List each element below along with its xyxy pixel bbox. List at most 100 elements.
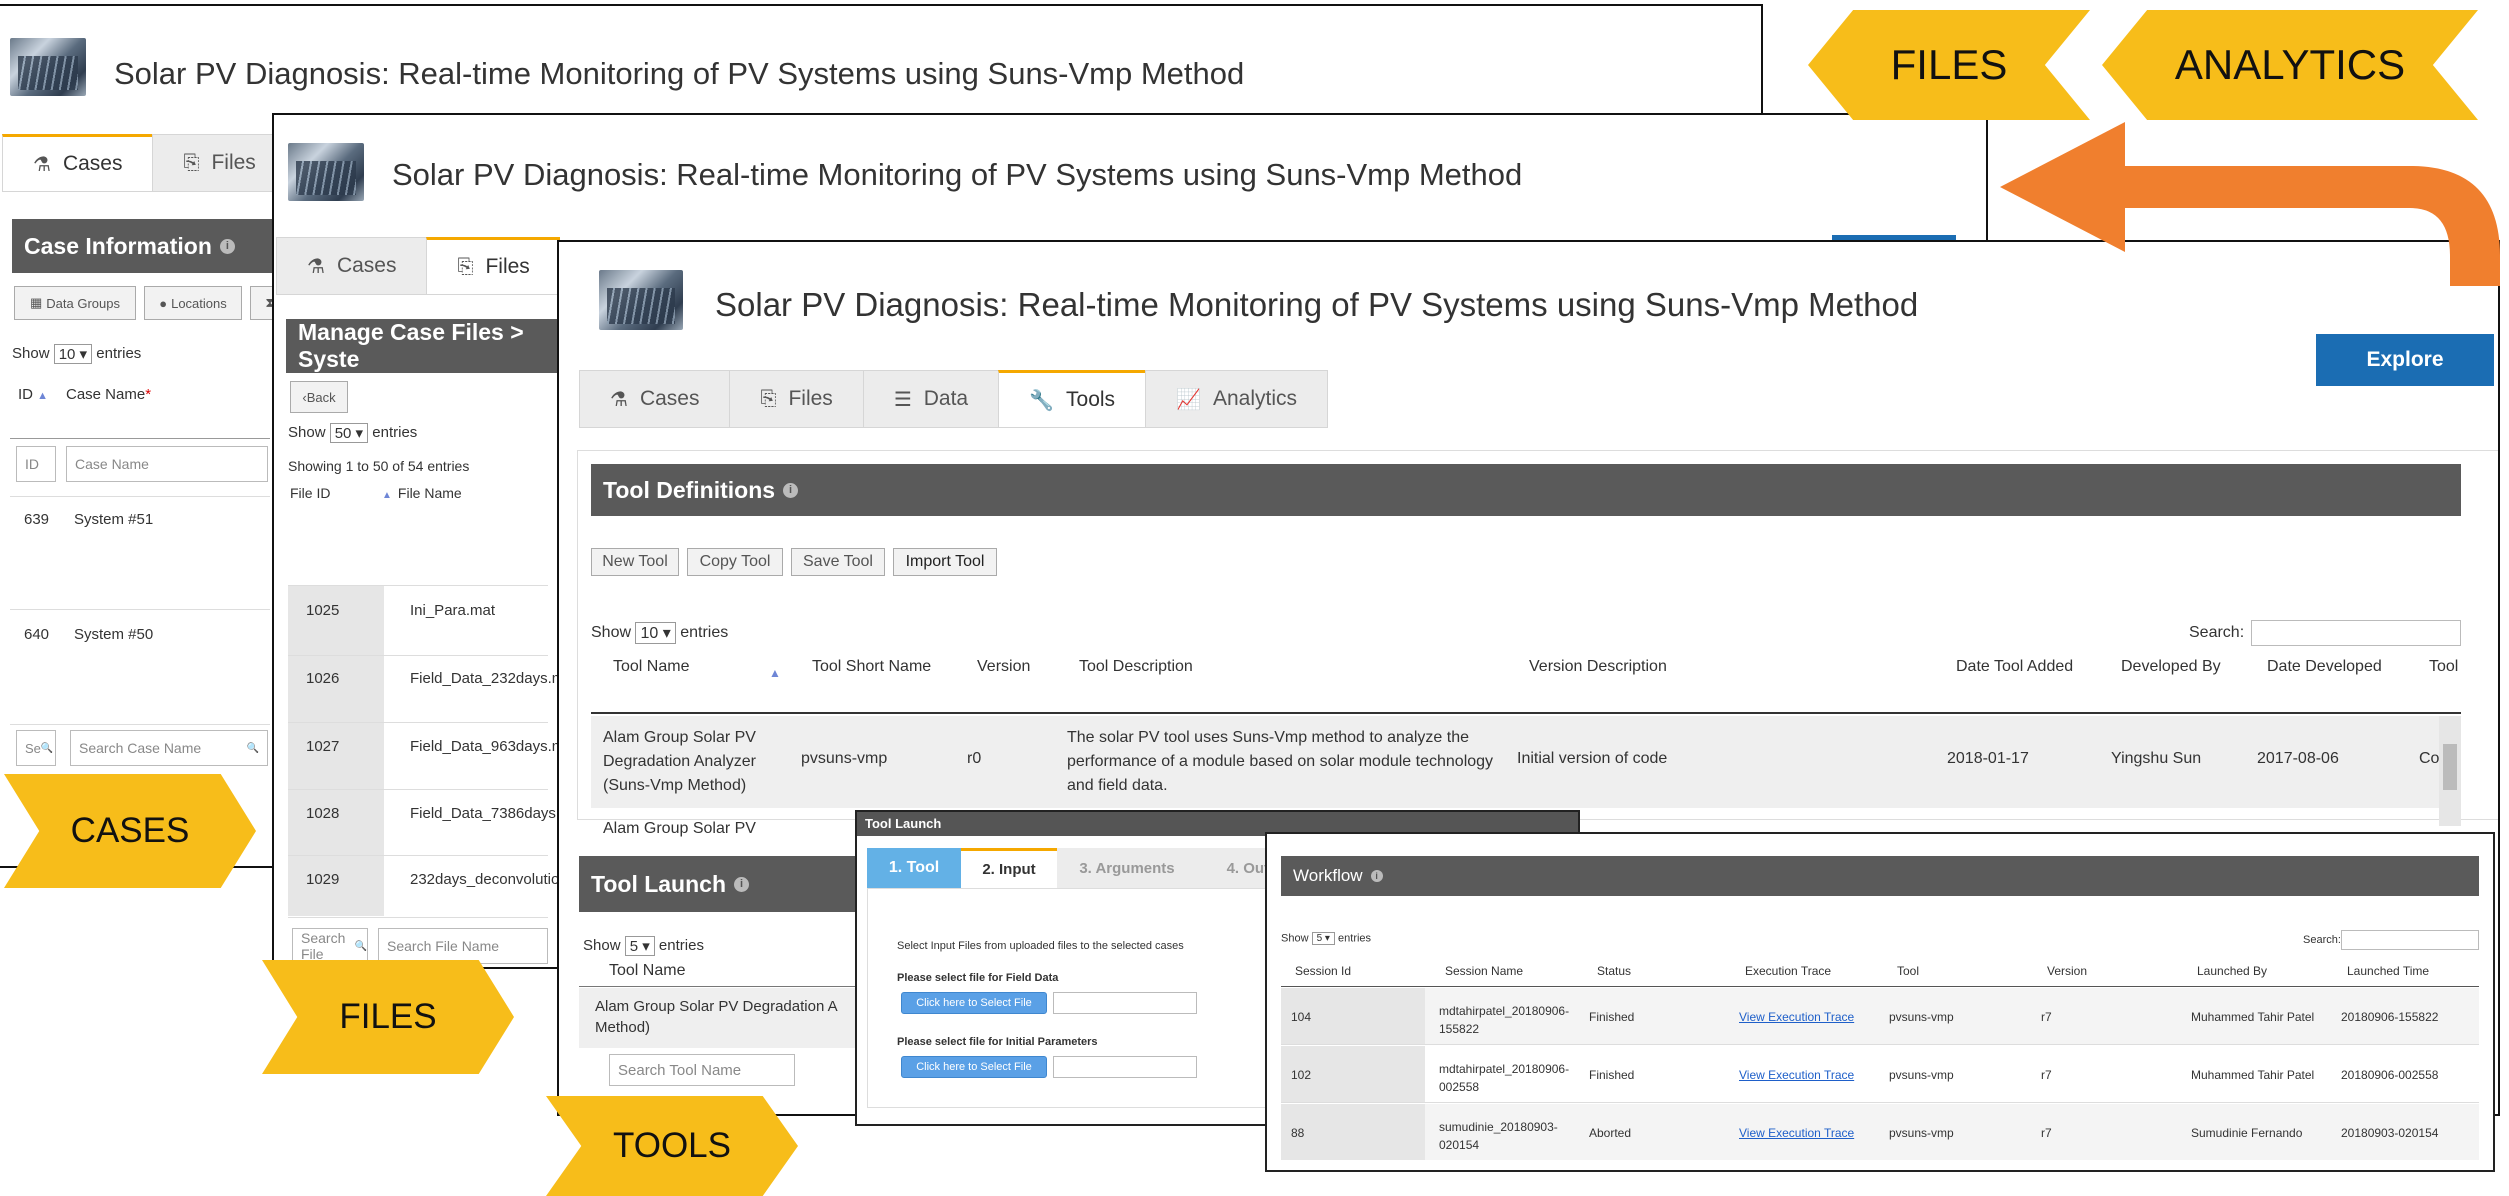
col-date-developed[interactable]: Date Developed bbox=[2267, 658, 2382, 676]
wrench-icon: 🔧 bbox=[1029, 389, 1055, 412]
col-execution-trace[interactable]: Execution Trace bbox=[1745, 964, 1831, 978]
tab-files[interactable]: ⎘ Files bbox=[152, 134, 286, 192]
save-tool-button[interactable]: Save Tool bbox=[791, 548, 885, 576]
tool: pvsuns-vmp bbox=[1889, 1068, 1954, 1082]
sort-asc-icon: ▲ bbox=[37, 390, 49, 402]
col-tool[interactable]: Tool bbox=[2429, 658, 2458, 676]
divider bbox=[10, 496, 270, 497]
file-name[interactable]: Field_Data_963days.ma bbox=[410, 738, 573, 755]
col-launched-time[interactable]: Launched Time bbox=[2347, 964, 2429, 978]
search-file-input[interactable]: Search File 🔍 bbox=[292, 928, 368, 964]
col-file-name[interactable]: ▲ File Name bbox=[382, 485, 462, 501]
tab-tools[interactable]: 🔧 Tools bbox=[998, 370, 1146, 428]
search-file-name-input[interactable]: Search File Name bbox=[378, 928, 548, 964]
file-id: 1028 bbox=[306, 805, 340, 822]
col-file-id[interactable]: File ID bbox=[290, 485, 330, 501]
entries-select[interactable]: 5 ▾ bbox=[1311, 932, 1335, 945]
status: Aborted bbox=[1589, 1126, 1632, 1140]
tool-short-name: pvsuns-vmp bbox=[801, 750, 888, 767]
copy-tool-button[interactable]: Copy Tool bbox=[687, 548, 783, 576]
session-id: 104 bbox=[1291, 1010, 1312, 1024]
search-tool-name-input[interactable]: Search Tool Name bbox=[609, 1054, 795, 1086]
init-params-label: Please select file for Initial Parameter… bbox=[897, 1036, 1098, 1048]
col-version-description[interactable]: Version Description bbox=[1529, 658, 1667, 676]
case-name[interactable]: System #50 bbox=[74, 626, 153, 643]
file-name[interactable]: 232days_deconvolutio bbox=[410, 871, 559, 888]
case-name-filter[interactable]: Case Name bbox=[66, 446, 268, 482]
tab-data[interactable]: ☰ Data bbox=[862, 370, 999, 428]
show-entries: Show 10 ▾ entries bbox=[12, 344, 142, 364]
col-session-name[interactable]: Session Name bbox=[1445, 964, 1523, 978]
version: r7 bbox=[2041, 1126, 2052, 1140]
flask-icon: ⚗ bbox=[33, 153, 51, 176]
tab-cases[interactable]: ⚗ Cases bbox=[579, 370, 730, 428]
step-arguments[interactable]: 3. Arguments bbox=[1057, 848, 1197, 888]
col-id[interactable]: ID ▲ bbox=[18, 386, 48, 403]
search-input[interactable] bbox=[2251, 620, 2461, 646]
flask-icon: ⚗ bbox=[307, 255, 325, 278]
view-execution-trace-link[interactable]: View Execution Trace bbox=[1739, 1010, 1854, 1024]
locations-button[interactable]: ● Locations bbox=[144, 286, 242, 320]
data-groups-button[interactable]: ▦ Data Groups bbox=[14, 286, 136, 320]
col-case-name[interactable]: Case Name* bbox=[66, 386, 151, 403]
workflow-search-input[interactable] bbox=[2341, 930, 2479, 950]
status: Finished bbox=[1589, 1010, 1635, 1024]
scrollbar[interactable] bbox=[2439, 716, 2461, 826]
tab-bar: ⚗ Cases ⎘ Files ☰ Data 🔧 Tools 📈 Analytics bbox=[579, 370, 1328, 428]
tab-cases[interactable]: ⚗ Cases bbox=[2, 134, 153, 192]
workflow-header: Workflow i bbox=[1281, 856, 2479, 896]
step-tool[interactable]: 1. Tool bbox=[867, 848, 961, 888]
tab-analytics[interactable]: 📈 Analytics bbox=[1145, 370, 1328, 428]
arrow-body bbox=[2120, 166, 2500, 286]
view-execution-trace-link[interactable]: View Execution Trace bbox=[1739, 1068, 1854, 1082]
show-entries: Show 5 ▾ entries bbox=[1281, 932, 1372, 945]
search-icon: 🔍 bbox=[40, 742, 54, 754]
show-entries: Show 5 ▾ entries bbox=[583, 936, 704, 956]
col-tool[interactable]: Tool bbox=[1897, 964, 1919, 978]
analytics-tag: ANALYTICS bbox=[2102, 10, 2478, 120]
col-tool-name[interactable]: Tool Name bbox=[613, 658, 689, 676]
col-status[interactable]: Status bbox=[1597, 964, 1631, 978]
info-icon: i bbox=[783, 482, 799, 498]
id-filter[interactable]: ID bbox=[16, 446, 56, 482]
tool-launch-row-text: Alam Group Solar PV Degradation A Method… bbox=[595, 998, 837, 1036]
search-short-input[interactable]: Se 🔍 bbox=[16, 730, 56, 766]
tab-cases[interactable]: ⚗ Cases bbox=[276, 237, 427, 295]
col-version[interactable]: Version bbox=[977, 658, 1030, 676]
view-execution-trace-link[interactable]: View Execution Trace bbox=[1739, 1126, 1854, 1140]
tab-files[interactable]: ⎘ Files bbox=[729, 370, 863, 428]
file-name[interactable]: Field_Data_232days.ma bbox=[410, 670, 573, 687]
header-rule bbox=[579, 986, 879, 987]
entries-select[interactable]: 10 ▾ bbox=[53, 344, 93, 364]
app-logo bbox=[599, 270, 683, 330]
step-input[interactable]: 2. Input bbox=[961, 848, 1057, 888]
tab-files[interactable]: ⎘ Files bbox=[426, 237, 560, 295]
col-tool-description[interactable]: Tool Description bbox=[1079, 658, 1193, 676]
entries-select[interactable]: 5 ▾ bbox=[624, 936, 655, 956]
app-title: Solar PV Diagnosis: Real-time Monitoring… bbox=[114, 56, 1245, 91]
init-params-filename bbox=[1053, 1056, 1197, 1078]
header-rule bbox=[591, 712, 2461, 714]
import-tool-button[interactable]: Import Tool bbox=[893, 548, 997, 576]
entries-select[interactable]: 50 ▾ bbox=[329, 423, 369, 443]
select-init-params-button[interactable]: Click here to Select File bbox=[901, 1056, 1047, 1078]
search-case-name-input[interactable]: Search Case Name 🔍 bbox=[70, 730, 268, 766]
new-tool-button[interactable]: New Tool bbox=[591, 548, 679, 576]
back-button[interactable]: ‹ Back bbox=[290, 381, 348, 413]
case-name[interactable]: System #51 bbox=[74, 511, 153, 528]
entries-select[interactable]: 10 ▾ bbox=[635, 622, 676, 644]
col-version[interactable]: Version bbox=[2047, 964, 2087, 978]
date-developed: 2017-08-06 bbox=[2257, 750, 2339, 767]
select-field-data-button[interactable]: Click here to Select File bbox=[901, 992, 1047, 1014]
tool: pvsuns-vmp bbox=[1889, 1010, 1954, 1024]
col-tool-name[interactable]: Tool Name bbox=[609, 962, 685, 980]
col-date-tool-added[interactable]: Date Tool Added bbox=[1956, 658, 2073, 676]
col-developed-by[interactable]: Developed By bbox=[2121, 658, 2221, 676]
date-added: 2018-01-17 bbox=[1947, 750, 2029, 767]
col-tool-short-name[interactable]: Tool Short Name bbox=[812, 658, 931, 676]
explore-button[interactable]: Explore bbox=[2316, 334, 2494, 386]
col-launched-by[interactable]: Launched By bbox=[2197, 964, 2267, 978]
file-name[interactable]: Ini_Para.mat bbox=[410, 602, 495, 619]
col-session-id[interactable]: Session Id bbox=[1295, 964, 1351, 978]
file-name[interactable]: Field_Data_7386days.m bbox=[410, 805, 573, 822]
